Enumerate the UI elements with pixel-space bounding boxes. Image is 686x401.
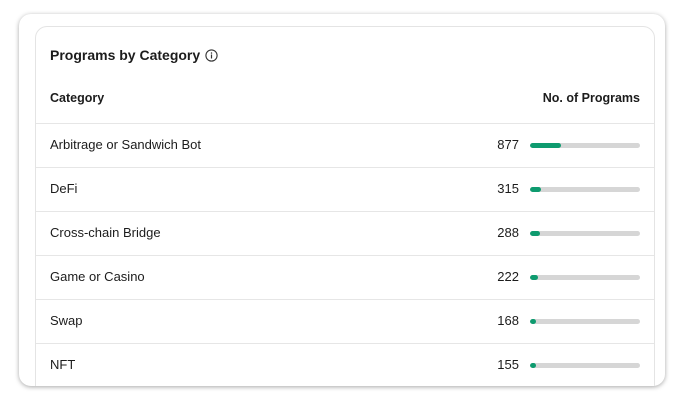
row-bar-track: [530, 187, 640, 192]
row-bar-fill: [530, 143, 561, 148]
row-category: Cross-chain Bridge: [50, 225, 161, 240]
row-count: 168: [497, 313, 519, 328]
row-category: DeFi: [50, 181, 78, 196]
card-header: Programs by Category: [50, 45, 218, 65]
table-row[interactable]: Cross-chain Bridge 288: [36, 211, 654, 255]
column-header-category[interactable]: Category: [50, 91, 104, 105]
table-row[interactable]: Swap 168: [36, 299, 654, 343]
row-bar-track: [530, 275, 640, 280]
row-count: 288: [497, 225, 519, 240]
row-category: NFT: [50, 357, 76, 372]
programs-by-category-card: Programs by Category Category No. of Pro…: [35, 26, 655, 386]
info-icon[interactable]: [205, 48, 218, 62]
row-bar-fill: [530, 275, 538, 280]
row-count: 222: [497, 269, 519, 284]
card-title: Programs by Category: [50, 47, 201, 63]
row-count: 155: [497, 357, 519, 372]
row-category: Arbitrage or Sandwich Bot: [50, 137, 202, 152]
row-bar-fill: [530, 187, 541, 192]
row-bar-track: [530, 143, 640, 148]
row-category: Game or Casino: [50, 269, 145, 284]
outer-frame: Programs by Category Category No. of Pro…: [19, 14, 665, 386]
table-row[interactable]: NFT 155: [36, 343, 654, 386]
table-row[interactable]: Arbitrage or Sandwich Bot 877: [36, 123, 654, 167]
row-bar-fill: [530, 231, 540, 236]
row-bar-fill: [530, 319, 537, 324]
row-bar-track: [530, 363, 640, 368]
table-row[interactable]: Game or Casino 222: [36, 255, 654, 299]
table-header: Category No. of Programs: [36, 91, 654, 111]
row-bar-fill: [530, 363, 536, 368]
column-header-count[interactable]: No. of Programs: [543, 91, 640, 105]
row-category: Swap: [50, 313, 83, 328]
table-body: Arbitrage or Sandwich Bot 877 DeFi 315 Cross…: [36, 123, 654, 386]
row-bar-track: [530, 319, 640, 324]
row-bar-track: [530, 231, 640, 236]
row-count: 877: [497, 137, 519, 152]
row-count: 315: [497, 181, 519, 196]
table-row[interactable]: DeFi 315: [36, 167, 654, 211]
